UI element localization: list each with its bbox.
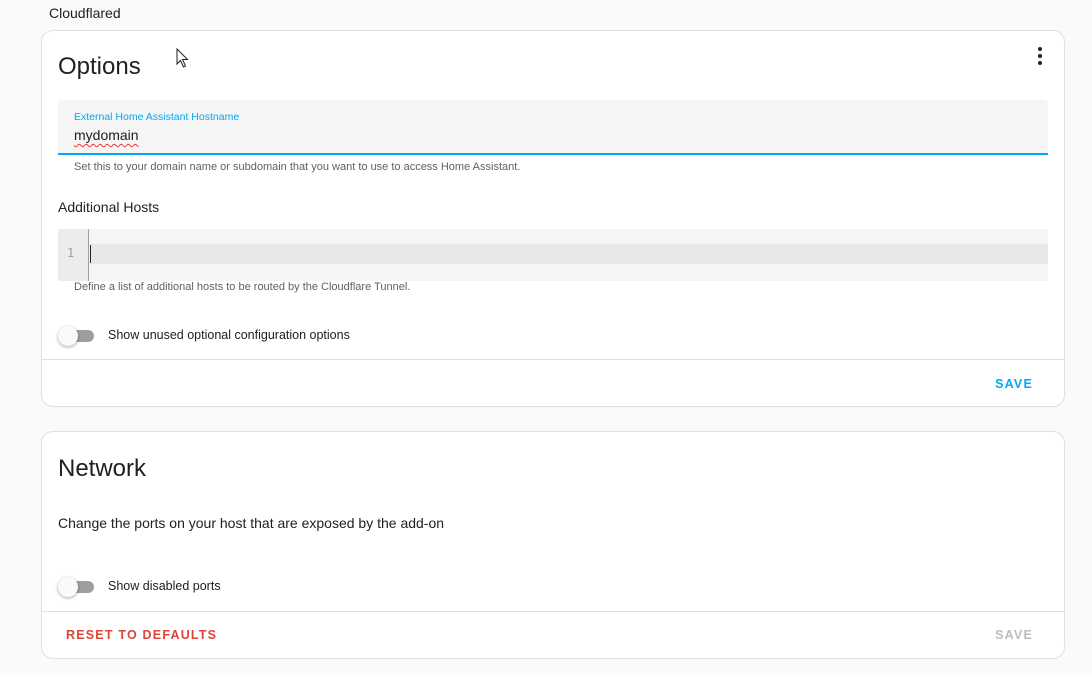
network-card: Network Change the ports on your host th… [41,431,1065,659]
reset-to-defaults-button[interactable]: RESET TO DEFAULTS [66,628,217,642]
hostname-field-label: External Home Assistant Hostname [74,111,240,123]
additional-hosts-editor[interactable]: 1 [58,229,1048,281]
options-card-title: Options [58,53,141,80]
network-description: Change the ports on your host that are e… [58,515,445,531]
editor-text-cursor [90,245,91,263]
options-card: Options External Home Assistant Hostname… [41,30,1065,407]
hostname-field-value[interactable]: mydomain [74,127,139,143]
network-card-divider [42,611,1064,612]
additional-hosts-label: Additional Hosts [58,199,160,215]
addon-name-label: Cloudflared [49,5,121,21]
mouse-pointer-icon [176,48,189,68]
menu-dot [1038,61,1042,65]
show-unused-options-label: Show unused optional configuration optio… [108,328,350,342]
network-card-title: Network [58,455,147,482]
hostname-field[interactable]: External Home Assistant Hostname mydomai… [58,100,1048,155]
show-disabled-ports-label: Show disabled ports [108,579,221,593]
show-unused-options-switch[interactable] [58,325,94,346]
additional-hosts-helper-text: Define a list of additional hosts to be … [74,281,411,293]
show-disabled-ports-toggle-row[interactable]: Show disabled ports [58,576,221,597]
more-vert-icon[interactable] [1030,45,1050,67]
hostname-helper-text: Set this to your domain name or subdomai… [74,161,521,173]
menu-dot [1038,47,1042,51]
options-save-button[interactable]: SAVE [995,377,1033,391]
switch-thumb [58,326,78,346]
menu-dot [1038,54,1042,58]
show-unused-options-toggle-row[interactable]: Show unused optional configuration optio… [58,325,350,346]
editor-gutter: 1 [58,229,89,281]
network-save-button[interactable]: SAVE [995,628,1033,642]
show-disabled-ports-switch[interactable] [58,576,94,597]
editor-active-line[interactable] [90,244,1048,264]
options-card-divider [42,359,1064,360]
line-number: 1 [67,246,75,260]
switch-thumb [58,577,78,597]
